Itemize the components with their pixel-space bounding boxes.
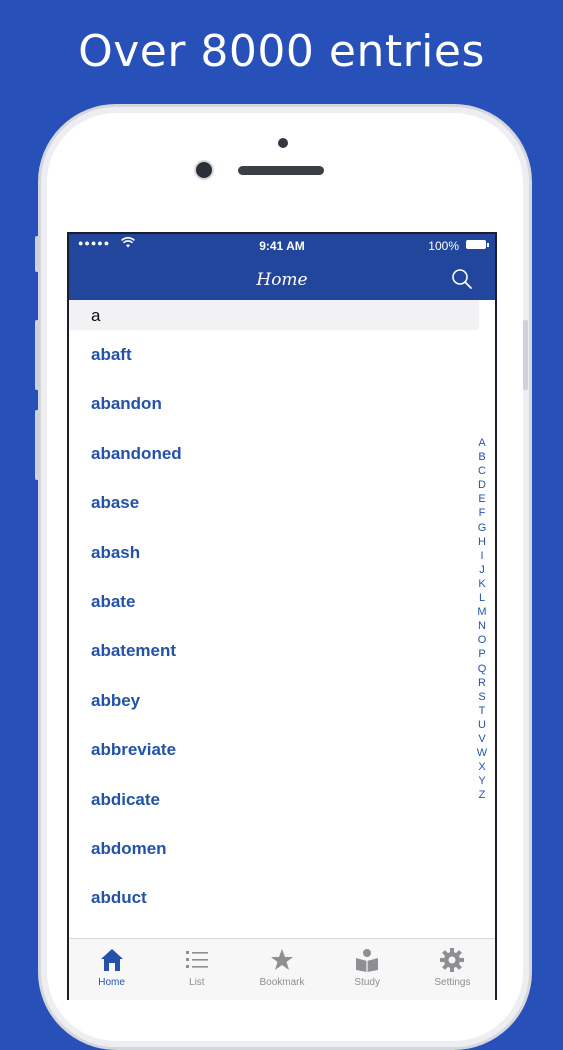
list-item[interactable]: abandon: [69, 379, 479, 428]
tab-home[interactable]: Home: [69, 939, 154, 1000]
list-icon: [184, 947, 210, 973]
list-item[interactable]: abase: [69, 478, 479, 527]
battery-icon: [466, 240, 489, 249]
index-letter[interactable]: X: [475, 760, 489, 774]
proximity-sensor: [278, 138, 288, 148]
star-icon: [269, 947, 295, 973]
index-letter[interactable]: Y: [475, 774, 489, 788]
index-letter[interactable]: A: [475, 436, 489, 450]
tab-study[interactable]: Study: [325, 939, 410, 1000]
index-letter[interactable]: T: [475, 704, 489, 718]
index-letter[interactable]: L: [475, 591, 489, 605]
battery-percent: 100%: [428, 239, 459, 253]
app-screen: ●●●●● 9:41 AM 100% Home a abaft abandon …: [67, 232, 497, 1000]
tab-label: Bookmark: [259, 977, 305, 988]
volume-down-button: [35, 410, 40, 480]
list-item[interactable]: abdicate: [69, 775, 479, 824]
index-letter[interactable]: F: [475, 506, 489, 520]
index-letter[interactable]: B: [475, 450, 489, 464]
side-button: [35, 236, 40, 272]
tab-label: List: [189, 977, 205, 988]
tab-label: Study: [354, 977, 380, 988]
index-letter[interactable]: S: [475, 690, 489, 704]
index-letter[interactable]: V: [475, 732, 489, 746]
index-letter[interactable]: Q: [475, 662, 489, 676]
tab-list[interactable]: List: [154, 939, 239, 1000]
front-camera: [196, 162, 212, 178]
volume-up-button: [35, 320, 40, 390]
index-letter[interactable]: Z: [475, 788, 489, 802]
status-bar: ●●●●● 9:41 AM 100%: [69, 234, 495, 256]
gear-icon: [439, 947, 465, 973]
reading-icon: [354, 947, 380, 973]
list-item[interactable]: abate: [69, 577, 479, 626]
list-item[interactable]: abduct: [69, 873, 479, 922]
tab-bar: Home List Bookmark Study Settings: [69, 938, 495, 1000]
index-letter[interactable]: J: [475, 563, 489, 577]
page-title: Home: [256, 270, 308, 290]
index-letter[interactable]: H: [475, 535, 489, 549]
promo-headline: Over 8000 entries: [78, 26, 485, 77]
index-letter[interactable]: G: [475, 521, 489, 535]
index-letter[interactable]: N: [475, 619, 489, 633]
list-item[interactable]: abbreviate: [69, 725, 479, 774]
section-header: a: [69, 300, 479, 330]
list-item[interactable]: abatement: [69, 626, 479, 675]
list-item[interactable]: abash: [69, 528, 479, 577]
index-letter[interactable]: E: [475, 492, 489, 506]
index-letter[interactable]: U: [475, 718, 489, 732]
earpiece-speaker: [238, 166, 324, 175]
home-icon: [99, 947, 125, 973]
tab-label: Home: [98, 977, 125, 988]
index-letter[interactable]: O: [475, 633, 489, 647]
list-item[interactable]: abdomen: [69, 824, 479, 873]
index-letter[interactable]: R: [475, 676, 489, 690]
index-letter[interactable]: K: [475, 577, 489, 591]
tab-bookmark[interactable]: Bookmark: [239, 939, 324, 1000]
power-button: [523, 320, 528, 390]
index-letter[interactable]: C: [475, 464, 489, 478]
index-letter[interactable]: P: [475, 647, 489, 661]
section-header-letter: a: [91, 306, 101, 325]
index-letter[interactable]: W: [475, 746, 489, 760]
list-item[interactable]: abandoned: [69, 429, 479, 478]
navigation-bar: ●●●●● 9:41 AM 100% Home: [69, 234, 495, 300]
index-letter[interactable]: M: [475, 605, 489, 619]
tab-settings[interactable]: Settings: [410, 939, 495, 1000]
index-letter[interactable]: I: [475, 549, 489, 563]
tab-label: Settings: [434, 977, 471, 988]
entry-list: abaft abandon abandoned abase abash abat…: [69, 330, 479, 923]
alphabet-index: A B C D E F G H I J K L M N O P Q R S T …: [475, 436, 489, 802]
list-item[interactable]: abbey: [69, 676, 479, 725]
search-icon[interactable]: [451, 268, 473, 290]
index-letter[interactable]: D: [475, 478, 489, 492]
list-item[interactable]: abaft: [69, 330, 479, 379]
